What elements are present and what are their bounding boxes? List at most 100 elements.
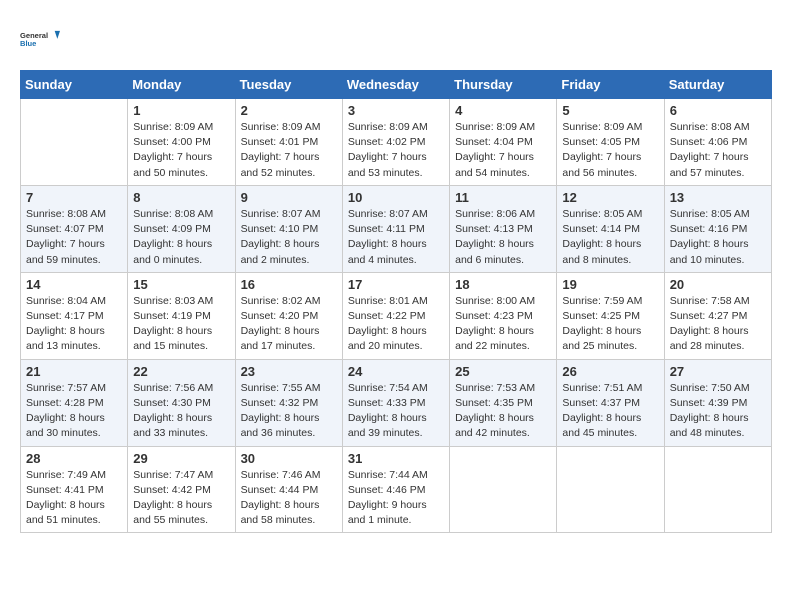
calendar-cell: 2Sunrise: 8:09 AM Sunset: 4:01 PM Daylig…	[235, 99, 342, 186]
day-number: 19	[562, 277, 658, 292]
day-number: 8	[133, 190, 229, 205]
day-info: Sunrise: 7:46 AM Sunset: 4:44 PM Dayligh…	[241, 468, 337, 529]
calendar-cell: 3Sunrise: 8:09 AM Sunset: 4:02 PM Daylig…	[342, 99, 449, 186]
logo: General Blue	[20, 20, 60, 60]
day-number: 7	[26, 190, 122, 205]
calendar-cell: 28 Sunrise: 7:49 AM Sunset: 4:41 PM Dayli…	[21, 446, 128, 533]
calendar-cell	[450, 446, 557, 533]
day-number: 16	[241, 277, 337, 292]
week-row-2: 7Sunrise: 8:08 AM Sunset: 4:07 PM Daylig…	[21, 185, 772, 272]
calendar-cell: 25Sunrise: 7:53 AM Sunset: 4:35 PM Dayli…	[450, 359, 557, 446]
calendar-cell: 16 Sunrise: 8:02 AM Sunset: 4:20 PM Dayli…	[235, 272, 342, 359]
svg-text:Blue: Blue	[20, 39, 36, 48]
day-number: 28	[26, 451, 122, 466]
calendar-cell: 8 Sunrise: 8:08 AM Sunset: 4:09 PM Daylig…	[128, 185, 235, 272]
day-info: Sunrise: 8:08 AM Sunset: 4:09 PM Dayligh…	[133, 207, 229, 268]
day-number: 4	[455, 103, 551, 118]
day-number: 12	[562, 190, 658, 205]
calendar-cell: 31 Sunrise: 7:44 AM Sunset: 4:46 PM Dayli…	[342, 446, 449, 533]
day-header-saturday: Saturday	[664, 71, 771, 99]
calendar-cell: 5Sunrise: 8:09 AM Sunset: 4:05 PM Daylig…	[557, 99, 664, 186]
day-number: 23	[241, 364, 337, 379]
calendar-cell: 4 Sunrise: 8:09 AM Sunset: 4:04 PM Daylig…	[450, 99, 557, 186]
day-info: Sunrise: 7:59 AM Sunset: 4:25 PM Dayligh…	[562, 294, 658, 355]
day-info: Sunrise: 8:07 AM Sunset: 4:10 PM Dayligh…	[241, 207, 337, 268]
week-row-4: 21 Sunrise: 7:57 AM Sunset: 4:28 PM Dayli…	[21, 359, 772, 446]
calendar-cell: 26 Sunrise: 7:51 AM Sunset: 4:37 PM Dayli…	[557, 359, 664, 446]
calendar-cell: 7Sunrise: 8:08 AM Sunset: 4:07 PM Daylig…	[21, 185, 128, 272]
calendar-cell: 18Sunrise: 8:00 AM Sunset: 4:23 PM Dayli…	[450, 272, 557, 359]
calendar-cell: 21 Sunrise: 7:57 AM Sunset: 4:28 PM Dayli…	[21, 359, 128, 446]
week-row-3: 14 Sunrise: 8:04 AM Sunset: 4:17 PM Dayli…	[21, 272, 772, 359]
calendar-cell: 19 Sunrise: 7:59 AM Sunset: 4:25 PM Dayli…	[557, 272, 664, 359]
day-number: 13	[670, 190, 766, 205]
day-header-wednesday: Wednesday	[342, 71, 449, 99]
day-info: Sunrise: 7:51 AM Sunset: 4:37 PM Dayligh…	[562, 381, 658, 442]
day-info: Sunrise: 8:04 AM Sunset: 4:17 PM Dayligh…	[26, 294, 122, 355]
calendar-cell: 27 Sunrise: 7:50 AM Sunset: 4:39 PM Dayli…	[664, 359, 771, 446]
day-header-friday: Friday	[557, 71, 664, 99]
day-info: Sunrise: 7:50 AM Sunset: 4:39 PM Dayligh…	[670, 381, 766, 442]
day-info: Sunrise: 7:53 AM Sunset: 4:35 PM Dayligh…	[455, 381, 551, 442]
day-info: Sunrise: 8:02 AM Sunset: 4:20 PM Dayligh…	[241, 294, 337, 355]
day-number: 22	[133, 364, 229, 379]
day-info: Sunrise: 7:44 AM Sunset: 4:46 PM Dayligh…	[348, 468, 444, 529]
day-number: 14	[26, 277, 122, 292]
day-number: 9	[241, 190, 337, 205]
day-header-sunday: Sunday	[21, 71, 128, 99]
day-info: Sunrise: 8:00 AM Sunset: 4:23 PM Dayligh…	[455, 294, 551, 355]
day-number: 6	[670, 103, 766, 118]
calendar-cell: 11 Sunrise: 8:06 AM Sunset: 4:13 PM Dayli…	[450, 185, 557, 272]
calendar-cell: 24 Sunrise: 7:54 AM Sunset: 4:33 PM Dayli…	[342, 359, 449, 446]
logo-svg: General Blue	[20, 20, 60, 60]
calendar-cell: 1Sunrise: 8:09 AM Sunset: 4:00 PM Daylig…	[128, 99, 235, 186]
day-number: 30	[241, 451, 337, 466]
header: General Blue	[20, 20, 772, 60]
day-info: Sunrise: 7:47 AM Sunset: 4:42 PM Dayligh…	[133, 468, 229, 529]
day-header-tuesday: Tuesday	[235, 71, 342, 99]
day-info: Sunrise: 7:55 AM Sunset: 4:32 PM Dayligh…	[241, 381, 337, 442]
day-number: 3	[348, 103, 444, 118]
calendar-cell: 12Sunrise: 8:05 AM Sunset: 4:14 PM Dayli…	[557, 185, 664, 272]
day-info: Sunrise: 7:54 AM Sunset: 4:33 PM Dayligh…	[348, 381, 444, 442]
day-info: Sunrise: 7:58 AM Sunset: 4:27 PM Dayligh…	[670, 294, 766, 355]
day-number: 29	[133, 451, 229, 466]
calendar-cell: 20Sunrise: 7:58 AM Sunset: 4:27 PM Dayli…	[664, 272, 771, 359]
day-info: Sunrise: 8:01 AM Sunset: 4:22 PM Dayligh…	[348, 294, 444, 355]
day-info: Sunrise: 8:09 AM Sunset: 4:05 PM Dayligh…	[562, 120, 658, 181]
day-number: 10	[348, 190, 444, 205]
calendar-cell: 29 Sunrise: 7:47 AM Sunset: 4:42 PM Dayli…	[128, 446, 235, 533]
day-number: 27	[670, 364, 766, 379]
day-number: 15	[133, 277, 229, 292]
calendar-table: SundayMondayTuesdayWednesdayThursdayFrid…	[20, 70, 772, 533]
day-number: 24	[348, 364, 444, 379]
day-number: 1	[133, 103, 229, 118]
week-row-1: 1Sunrise: 8:09 AM Sunset: 4:00 PM Daylig…	[21, 99, 772, 186]
calendar-cell: 6 Sunrise: 8:08 AM Sunset: 4:06 PM Daylig…	[664, 99, 771, 186]
calendar-cell: 23 Sunrise: 7:55 AM Sunset: 4:32 PM Dayli…	[235, 359, 342, 446]
calendar-cell: 9 Sunrise: 8:07 AM Sunset: 4:10 PM Daylig…	[235, 185, 342, 272]
day-number: 17	[348, 277, 444, 292]
day-info: Sunrise: 8:06 AM Sunset: 4:13 PM Dayligh…	[455, 207, 551, 268]
calendar-cell: 10 Sunrise: 8:07 AM Sunset: 4:11 PM Dayli…	[342, 185, 449, 272]
calendar-cell: 14 Sunrise: 8:04 AM Sunset: 4:17 PM Dayli…	[21, 272, 128, 359]
day-number: 21	[26, 364, 122, 379]
week-row-5: 28 Sunrise: 7:49 AM Sunset: 4:41 PM Dayli…	[21, 446, 772, 533]
calendar-cell: 15 Sunrise: 8:03 AM Sunset: 4:19 PM Dayli…	[128, 272, 235, 359]
day-number: 31	[348, 451, 444, 466]
day-number: 26	[562, 364, 658, 379]
calendar-cell: 13Sunrise: 8:05 AM Sunset: 4:16 PM Dayli…	[664, 185, 771, 272]
day-info: Sunrise: 8:08 AM Sunset: 4:06 PM Dayligh…	[670, 120, 766, 181]
day-number: 11	[455, 190, 551, 205]
day-info: Sunrise: 8:03 AM Sunset: 4:19 PM Dayligh…	[133, 294, 229, 355]
calendar-cell	[21, 99, 128, 186]
calendar-cell	[664, 446, 771, 533]
day-info: Sunrise: 8:09 AM Sunset: 4:04 PM Dayligh…	[455, 120, 551, 181]
calendar-cell	[557, 446, 664, 533]
day-info: Sunrise: 7:56 AM Sunset: 4:30 PM Dayligh…	[133, 381, 229, 442]
day-info: Sunrise: 8:07 AM Sunset: 4:11 PM Dayligh…	[348, 207, 444, 268]
day-info: Sunrise: 8:09 AM Sunset: 4:01 PM Dayligh…	[241, 120, 337, 181]
day-info: Sunrise: 7:49 AM Sunset: 4:41 PM Dayligh…	[26, 468, 122, 529]
day-info: Sunrise: 7:57 AM Sunset: 4:28 PM Dayligh…	[26, 381, 122, 442]
calendar-cell: 22 Sunrise: 7:56 AM Sunset: 4:30 PM Dayli…	[128, 359, 235, 446]
